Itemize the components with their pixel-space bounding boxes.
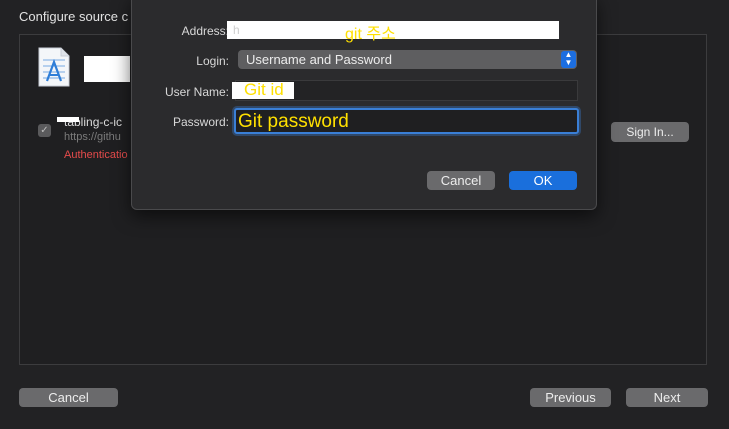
previous-button[interactable]: Previous [530,388,611,407]
redaction-repo-name [57,117,79,122]
cancel-button[interactable]: Cancel [19,388,118,407]
sign-in-button[interactable]: Sign In... [611,122,689,142]
address-value: h [233,23,240,37]
login-label: Login: [196,54,229,68]
login-method-select[interactable]: Username and Password [238,50,577,69]
redaction-project-name [84,56,130,82]
address-label: Address: [181,24,229,38]
address-annotation: git 주소 [345,26,396,43]
repository-url: https://githu [64,131,121,143]
xcode-project-icon [37,46,71,88]
password-label: Password: [172,115,229,129]
username-annotation: Git id [244,80,284,99]
authentication-error: Authenticatio [64,149,128,161]
page-title: Configure source c [19,9,129,24]
repository-checkbox[interactable]: ✓ [38,124,51,137]
chevron-updown-icon[interactable]: ▲ ▼ [561,51,576,68]
next-button[interactable]: Next [626,388,708,407]
ok-button[interactable]: OK [509,171,577,190]
password-annotation: Git password [238,111,349,132]
sheet-cancel-button[interactable]: Cancel [427,171,495,190]
username-label: User Name: [164,85,229,99]
